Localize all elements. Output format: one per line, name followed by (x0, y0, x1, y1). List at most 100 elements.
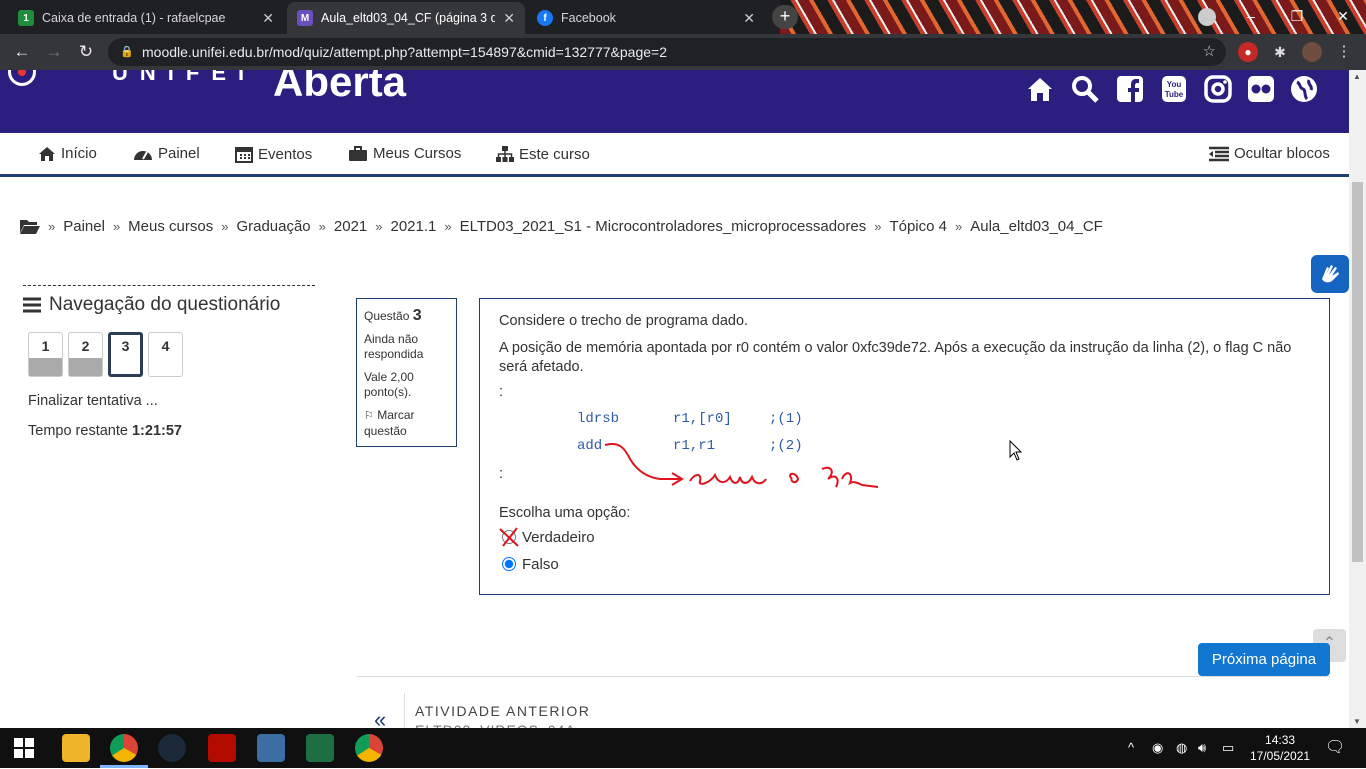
globe-icon[interactable] (1287, 74, 1321, 108)
breadcrumb-separator: » (375, 219, 383, 234)
question-buttons: 1 2 3 4 (28, 332, 315, 377)
breadcrumb-separator: » (318, 219, 326, 234)
minimize-button[interactable]: – (1228, 0, 1274, 32)
question-label: Questão (364, 309, 410, 323)
previous-activity-link[interactable]: « ATIVIDADE ANTERIOR ELTD03_VIDEOS_04A (356, 676, 1330, 738)
quiz-navigation-block: Navegação do questionário 1 2 3 4 Finali… (23, 285, 315, 439)
previous-activity-label: ATIVIDADE ANTERIOR (415, 703, 591, 719)
option-verdadeiro[interactable]: Verdadeiro (499, 527, 595, 547)
avatar[interactable] (1302, 42, 1322, 62)
logo-text[interactable]: UNIFEI (112, 70, 256, 86)
nav-label: Início (61, 145, 97, 162)
excel-icon[interactable] (306, 734, 334, 762)
question-button-3[interactable]: 3 (108, 332, 143, 377)
search-icon[interactable] (1068, 74, 1102, 108)
next-page-button[interactable]: Próxima página (1198, 643, 1330, 676)
chrome-icon[interactable] (110, 734, 138, 762)
option-label: Falso (522, 555, 559, 573)
nav-eventos[interactable]: Eventos (235, 145, 312, 163)
quiz-navigation-title: Navegação do questionário (23, 285, 315, 316)
notifications-icon[interactable]: 🗨︎ (1325, 737, 1345, 757)
tab-close-icon[interactable]: ✕ (262, 10, 274, 27)
tab-moodle[interactable]: M Aula_eltd03_04_CF (página 3 de 4 ✕ (287, 2, 525, 34)
breadcrumb-item-topic[interactable]: Tópico 4 (889, 218, 947, 235)
question-button-2[interactable]: 2 (68, 332, 103, 377)
new-tab-button[interactable]: + (772, 5, 798, 29)
network-icon[interactable]: ▭ (1222, 740, 1234, 756)
instagram-icon[interactable] (1201, 74, 1235, 108)
radio-falso[interactable] (500, 555, 518, 573)
bookmark-star-icon[interactable]: ☆ (1203, 38, 1216, 66)
answered-indicator (69, 358, 102, 376)
reload-icon[interactable]: ↻ (74, 40, 98, 64)
scroll-down-icon[interactable]: ▼ (1353, 717, 1361, 726)
acrobat-icon[interactable] (208, 734, 236, 762)
chrome-alt-icon[interactable] (355, 734, 383, 762)
tab-facebook[interactable]: f Facebook ✕ (527, 2, 765, 34)
breadcrumb-item-semester[interactable]: 2021.1 (391, 218, 437, 235)
youtube-icon[interactable]: You Tube (1157, 74, 1191, 108)
back-icon[interactable]: ← (10, 40, 34, 64)
logo-icon[interactable] (8, 70, 36, 86)
accessibility-libras-button[interactable] (1311, 255, 1349, 293)
volume-icon[interactable]: 🔊︎ (1198, 740, 1206, 756)
radio-verdadeiro[interactable] (499, 527, 519, 547)
tab-gmail[interactable]: 1 Caixa de entrada (1) - rafaelcpae ✕ (8, 2, 284, 34)
sign-language-icon (1322, 265, 1339, 283)
home-icon[interactable] (1023, 74, 1057, 108)
lock-icon[interactable]: 🔒 (120, 38, 134, 66)
question-button-4[interactable]: 4 (148, 332, 183, 377)
address-bar[interactable]: 🔒 moodle.unifei.edu.br/mod/quiz/attempt.… (108, 38, 1226, 66)
brand-title[interactable]: Aberta (273, 70, 406, 106)
extensions-puzzle-icon[interactable]: ✱ (1270, 42, 1290, 62)
profile-menu-icon[interactable] (1198, 8, 1216, 26)
finish-attempt-link[interactable]: Finalizar tentativa ... (28, 393, 315, 409)
question-button-1[interactable]: 1 (28, 332, 63, 377)
taskbar-clock[interactable]: 14:33 17/05/2021 (1250, 732, 1310, 764)
breadcrumb-item-course[interactable]: ELTD03_2021_S1 - Microcontroladores_micr… (460, 218, 867, 235)
extension-icon[interactable]: ● (1238, 42, 1258, 62)
menu-kebab-icon[interactable]: ⋮ (1334, 42, 1354, 62)
scroll-up-icon[interactable]: ▲ (1353, 72, 1361, 81)
page-scrollbar[interactable]: ▲ ▼ (1349, 70, 1366, 728)
close-window-button[interactable]: ✕ (1320, 0, 1366, 32)
restore-button[interactable]: ❐ (1274, 0, 1320, 32)
steam-icon[interactable] (158, 734, 186, 762)
nav-este-curso[interactable]: Este curso (496, 145, 590, 163)
code-opcode: ldrsb (577, 411, 620, 427)
breadcrumb-item-painel[interactable]: Painel (63, 218, 105, 235)
tray-chevron-icon[interactable]: ^ (1128, 740, 1134, 755)
calculator-icon[interactable] (257, 734, 285, 762)
facebook-icon[interactable] (1113, 74, 1147, 108)
hide-blocks-button[interactable]: Ocultar blocos (1209, 145, 1330, 162)
tab-title: Facebook (561, 11, 616, 25)
nav-painel[interactable]: Painel (133, 145, 200, 162)
nav-meus-cursos[interactable]: Meus Cursos (348, 145, 461, 162)
steam-tray-icon[interactable]: ◍ (1176, 740, 1187, 756)
hamburger-icon[interactable] (23, 297, 41, 313)
breadcrumb-item-graduacao[interactable]: Graduação (236, 218, 310, 235)
option-label: Verdadeiro (522, 528, 595, 546)
flickr-icon[interactable] (1244, 74, 1278, 108)
radio-input[interactable] (502, 557, 516, 571)
file-explorer-icon[interactable] (62, 734, 90, 762)
tab-close-icon[interactable]: ✕ (743, 10, 755, 27)
folder-open-icon[interactable] (20, 219, 40, 235)
option-falso[interactable]: Falso (500, 555, 559, 573)
tab-close-icon[interactable]: ✕ (503, 10, 515, 27)
breadcrumb-item-year[interactable]: 2021 (334, 218, 367, 235)
discord-tray-icon[interactable]: ◉ (1152, 740, 1163, 756)
nav-label: Eventos (258, 145, 313, 163)
forward-icon[interactable]: → (42, 40, 66, 64)
flag-question[interactable]: ⚐ Marcar questão (364, 408, 449, 439)
clock-date: 17/05/2021 (1250, 749, 1311, 763)
windows-start-icon[interactable] (10, 734, 38, 762)
nav-label: Meus Cursos (373, 145, 462, 162)
breadcrumb-item-meus-cursos[interactable]: Meus cursos (128, 218, 213, 235)
browser-toolbar: ← → ↻ 🔒 moodle.unifei.edu.br/mod/quiz/at… (0, 34, 1366, 70)
windows-taskbar: ^ ◉ ◍ 🔊︎ ▭ 14:33 17/05/2021 🗨︎ (0, 728, 1366, 768)
nav-inicio[interactable]: Início (38, 145, 97, 162)
colon-line: : (499, 384, 504, 400)
breadcrumb-item-activity[interactable]: Aula_eltd03_04_CF (970, 218, 1103, 235)
scrollbar-thumb[interactable] (1352, 182, 1363, 562)
